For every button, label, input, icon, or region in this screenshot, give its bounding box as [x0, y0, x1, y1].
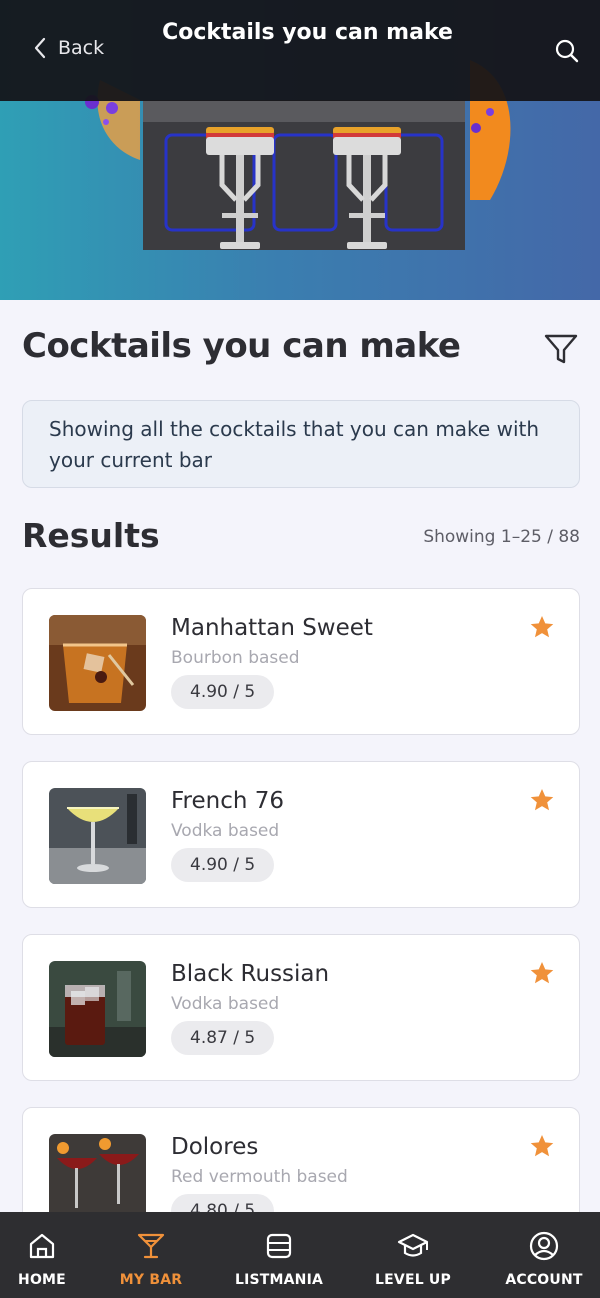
results-heading: Results [22, 516, 160, 555]
rating-badge: 4.90 / 5 [171, 675, 275, 709]
nav-label: LISTMANIA [234, 1272, 324, 1288]
nav-account[interactable]: ACCOUNT [496, 1212, 592, 1298]
nav-level-up[interactable]: LEVEL UP [368, 1212, 458, 1298]
nav-label: LEVEL UP [375, 1272, 451, 1288]
rating-badge: 4.87 / 5 [171, 1021, 275, 1055]
cocktail-card[interactable]: Manhattan Sweet Bourbon based 4.90 / 5 [22, 588, 580, 735]
back-label: Back [58, 37, 105, 59]
cocktail-base: Bourbon based [171, 648, 300, 668]
nav-label: ACCOUNT [505, 1272, 583, 1288]
header-title: Cocktails you can make [162, 20, 453, 45]
cocktail-base: Red vermouth based [171, 1167, 348, 1187]
info-text: Showing all the cocktails that you can m… [49, 417, 540, 472]
nav-label: MY BAR [119, 1272, 183, 1288]
nav-label: HOME [18, 1272, 66, 1288]
cocktail-glass-icon [137, 1233, 165, 1259]
nav-my-bar[interactable]: MY BAR [108, 1212, 194, 1298]
info-box: Showing all the cocktails that you can m… [22, 400, 580, 488]
star-icon[interactable] [529, 787, 555, 813]
star-icon[interactable] [529, 1133, 555, 1159]
page-title: Cocktails you can make [22, 326, 461, 366]
cocktail-thumbnail [49, 615, 146, 711]
rating-badge: 4.90 / 5 [171, 848, 275, 882]
cocktail-name: French 76 [171, 788, 285, 814]
filter-icon[interactable] [542, 330, 580, 368]
star-icon[interactable] [529, 960, 555, 986]
cocktail-thumbnail [49, 788, 146, 884]
list-icon [266, 1233, 292, 1259]
cocktail-base: Vodka based [171, 994, 280, 1014]
nav-home[interactable]: HOME [0, 1212, 84, 1298]
cocktail-card[interactable]: Black Russian Vodka based 4.87 / 5 [22, 934, 580, 1081]
cocktail-thumbnail [49, 961, 146, 1057]
bottom-nav: HOME MY BAR LISTMANIA LEVEL UP ACCOUNT [0, 1212, 600, 1298]
cocktail-card[interactable]: French 76 Vodka based 4.90 / 5 [22, 761, 580, 908]
home-icon [29, 1233, 55, 1259]
user-icon [529, 1231, 559, 1261]
back-button[interactable]: Back [32, 36, 104, 60]
top-bar: Back Cocktails you can make [0, 0, 600, 101]
graduation-cap-icon [397, 1233, 429, 1257]
search-icon[interactable] [552, 36, 582, 66]
cocktail-name: Dolores [171, 1134, 259, 1160]
cocktail-name: Manhattan Sweet [171, 615, 373, 641]
nav-listmania[interactable]: LISTMANIA [228, 1212, 330, 1298]
cocktail-name: Black Russian [171, 961, 330, 987]
star-icon[interactable] [529, 614, 555, 640]
results-count: Showing 1–25 / 88 [423, 527, 580, 547]
chevron-left-icon [34, 37, 46, 59]
cocktail-base: Vodka based [171, 821, 280, 841]
